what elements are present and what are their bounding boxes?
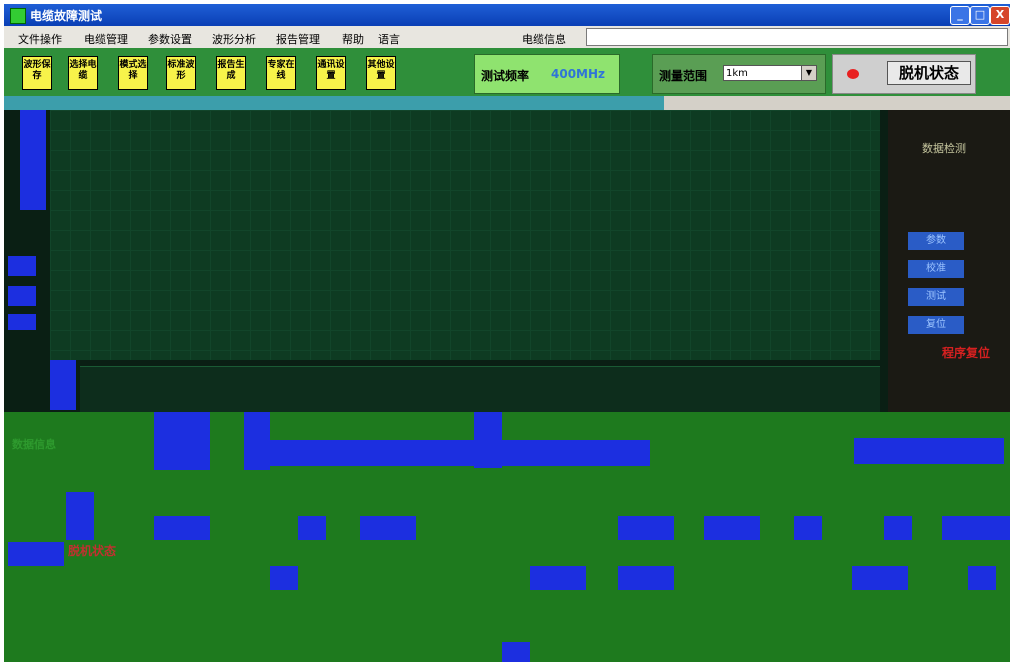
test-frequency-value: 400MHz — [551, 67, 606, 81]
distance-ruler — [4, 96, 664, 110]
offline-status-label: 脱机状态 — [68, 544, 117, 558]
glitch-block — [884, 516, 912, 540]
panel-button-reset[interactable]: 复位 — [908, 316, 964, 334]
measure-range-value: 1km — [726, 68, 748, 79]
expert-online-button[interactable]: 专家在线 — [266, 56, 296, 90]
panel-button-params[interactable]: 参数 — [908, 232, 964, 250]
close-button[interactable]: X — [990, 6, 1010, 25]
app-icon — [10, 8, 26, 24]
connection-status-panel: 脱机状态 — [832, 54, 976, 94]
standard-waveform-button[interactable]: 标准波形 — [166, 56, 196, 90]
main-display: 数据检测 参数 校准 测试 复位 程序复位 — [4, 110, 1010, 413]
glitch-block — [852, 566, 908, 590]
glitch-block — [20, 110, 46, 210]
mode-select-button[interactable]: 模式选择 — [118, 56, 148, 90]
glitch-block — [298, 516, 326, 540]
glitch-block — [8, 542, 64, 566]
glitch-block — [244, 412, 270, 470]
glitch-block — [968, 566, 996, 590]
menu-bar: 文件操作 电缆管理 参数设置 波形分析 报告管理 帮助 语言 电缆信息 — [4, 26, 1010, 48]
control-panel: 数据检测 参数 校准 测试 复位 程序复位 — [888, 110, 1010, 412]
measure-range-label: 测量范围 — [659, 69, 708, 83]
glitch-block — [854, 438, 1004, 464]
menu-waveform[interactable]: 波形分析 — [212, 31, 256, 47]
test-frequency-panel: 测试频率 400MHz — [474, 54, 620, 94]
menu-params[interactable]: 参数设置 — [148, 31, 192, 47]
cable-info-field[interactable] — [586, 28, 1008, 46]
panel-button-calibrate[interactable]: 校准 — [908, 260, 964, 278]
panel-title: 数据检测 — [922, 142, 966, 155]
menu-report[interactable]: 报告管理 — [276, 31, 320, 47]
measure-range-select[interactable]: 1km ▼ — [723, 65, 817, 81]
other-settings-button[interactable]: 其他设置 — [366, 56, 396, 90]
maximize-button[interactable]: □ — [970, 6, 990, 25]
glitch-block — [66, 492, 94, 540]
glitch-block — [154, 516, 210, 540]
glitch-block — [154, 412, 210, 470]
program-reset-label: 程序复位 — [942, 346, 991, 360]
glitch-block — [474, 412, 502, 468]
glitch-block — [704, 516, 760, 540]
glitch-block — [618, 516, 674, 540]
menu-language[interactable]: 语言 — [378, 31, 400, 47]
menu-cable[interactable]: 电缆管理 — [84, 31, 128, 47]
glitch-block — [942, 516, 1010, 540]
glitch-block — [502, 642, 530, 662]
bottom-panel: 数据信息 脱机状态 — [4, 412, 1010, 662]
minimize-button[interactable]: _ — [950, 6, 970, 25]
report-generate-button[interactable]: 报告生成 — [216, 56, 246, 90]
glitch-block — [270, 566, 298, 590]
toolbar: 波形保存 选择电缆 模式选择 标准波形 报告生成 专家在线 通讯设置 其他设置 … — [4, 48, 1010, 96]
window-title: 电缆故障测试 — [30, 9, 103, 23]
test-frequency-label: 测试频率 — [481, 69, 530, 83]
glitch-block — [8, 286, 36, 306]
glitch-block — [360, 516, 416, 540]
data-info-label: 数据信息 — [12, 438, 56, 451]
glitch-block — [794, 516, 822, 540]
select-cable-button[interactable]: 选择电缆 — [68, 56, 98, 90]
glitch-block — [530, 566, 586, 590]
title-bar: 电缆故障测试 _ □ X — [4, 4, 1010, 26]
cable-info-label: 电缆信息 — [522, 33, 566, 46]
glitch-block — [8, 314, 36, 330]
measure-range-panel: 测量范围 1km ▼ — [652, 54, 826, 94]
glitch-block — [8, 256, 36, 276]
status-led-icon — [847, 69, 859, 79]
glitch-block — [270, 440, 650, 466]
connection-status-button[interactable]: 脱机状态 — [887, 61, 971, 85]
menu-help[interactable]: 帮助 — [342, 31, 364, 47]
app-window: 电缆故障测试 _ □ X 文件操作 电缆管理 参数设置 波形分析 报告管理 帮助… — [4, 4, 1010, 662]
comm-settings-button[interactable]: 通讯设置 — [316, 56, 346, 90]
waveform-display[interactable] — [50, 110, 880, 360]
menu-file[interactable]: 文件操作 — [18, 31, 62, 47]
glitch-block — [618, 566, 674, 590]
save-waveform-button[interactable]: 波形保存 — [22, 56, 52, 90]
waveform-scrollbar[interactable] — [80, 366, 880, 413]
panel-button-test[interactable]: 测试 — [908, 288, 964, 306]
dropdown-arrow-icon[interactable]: ▼ — [801, 66, 816, 80]
